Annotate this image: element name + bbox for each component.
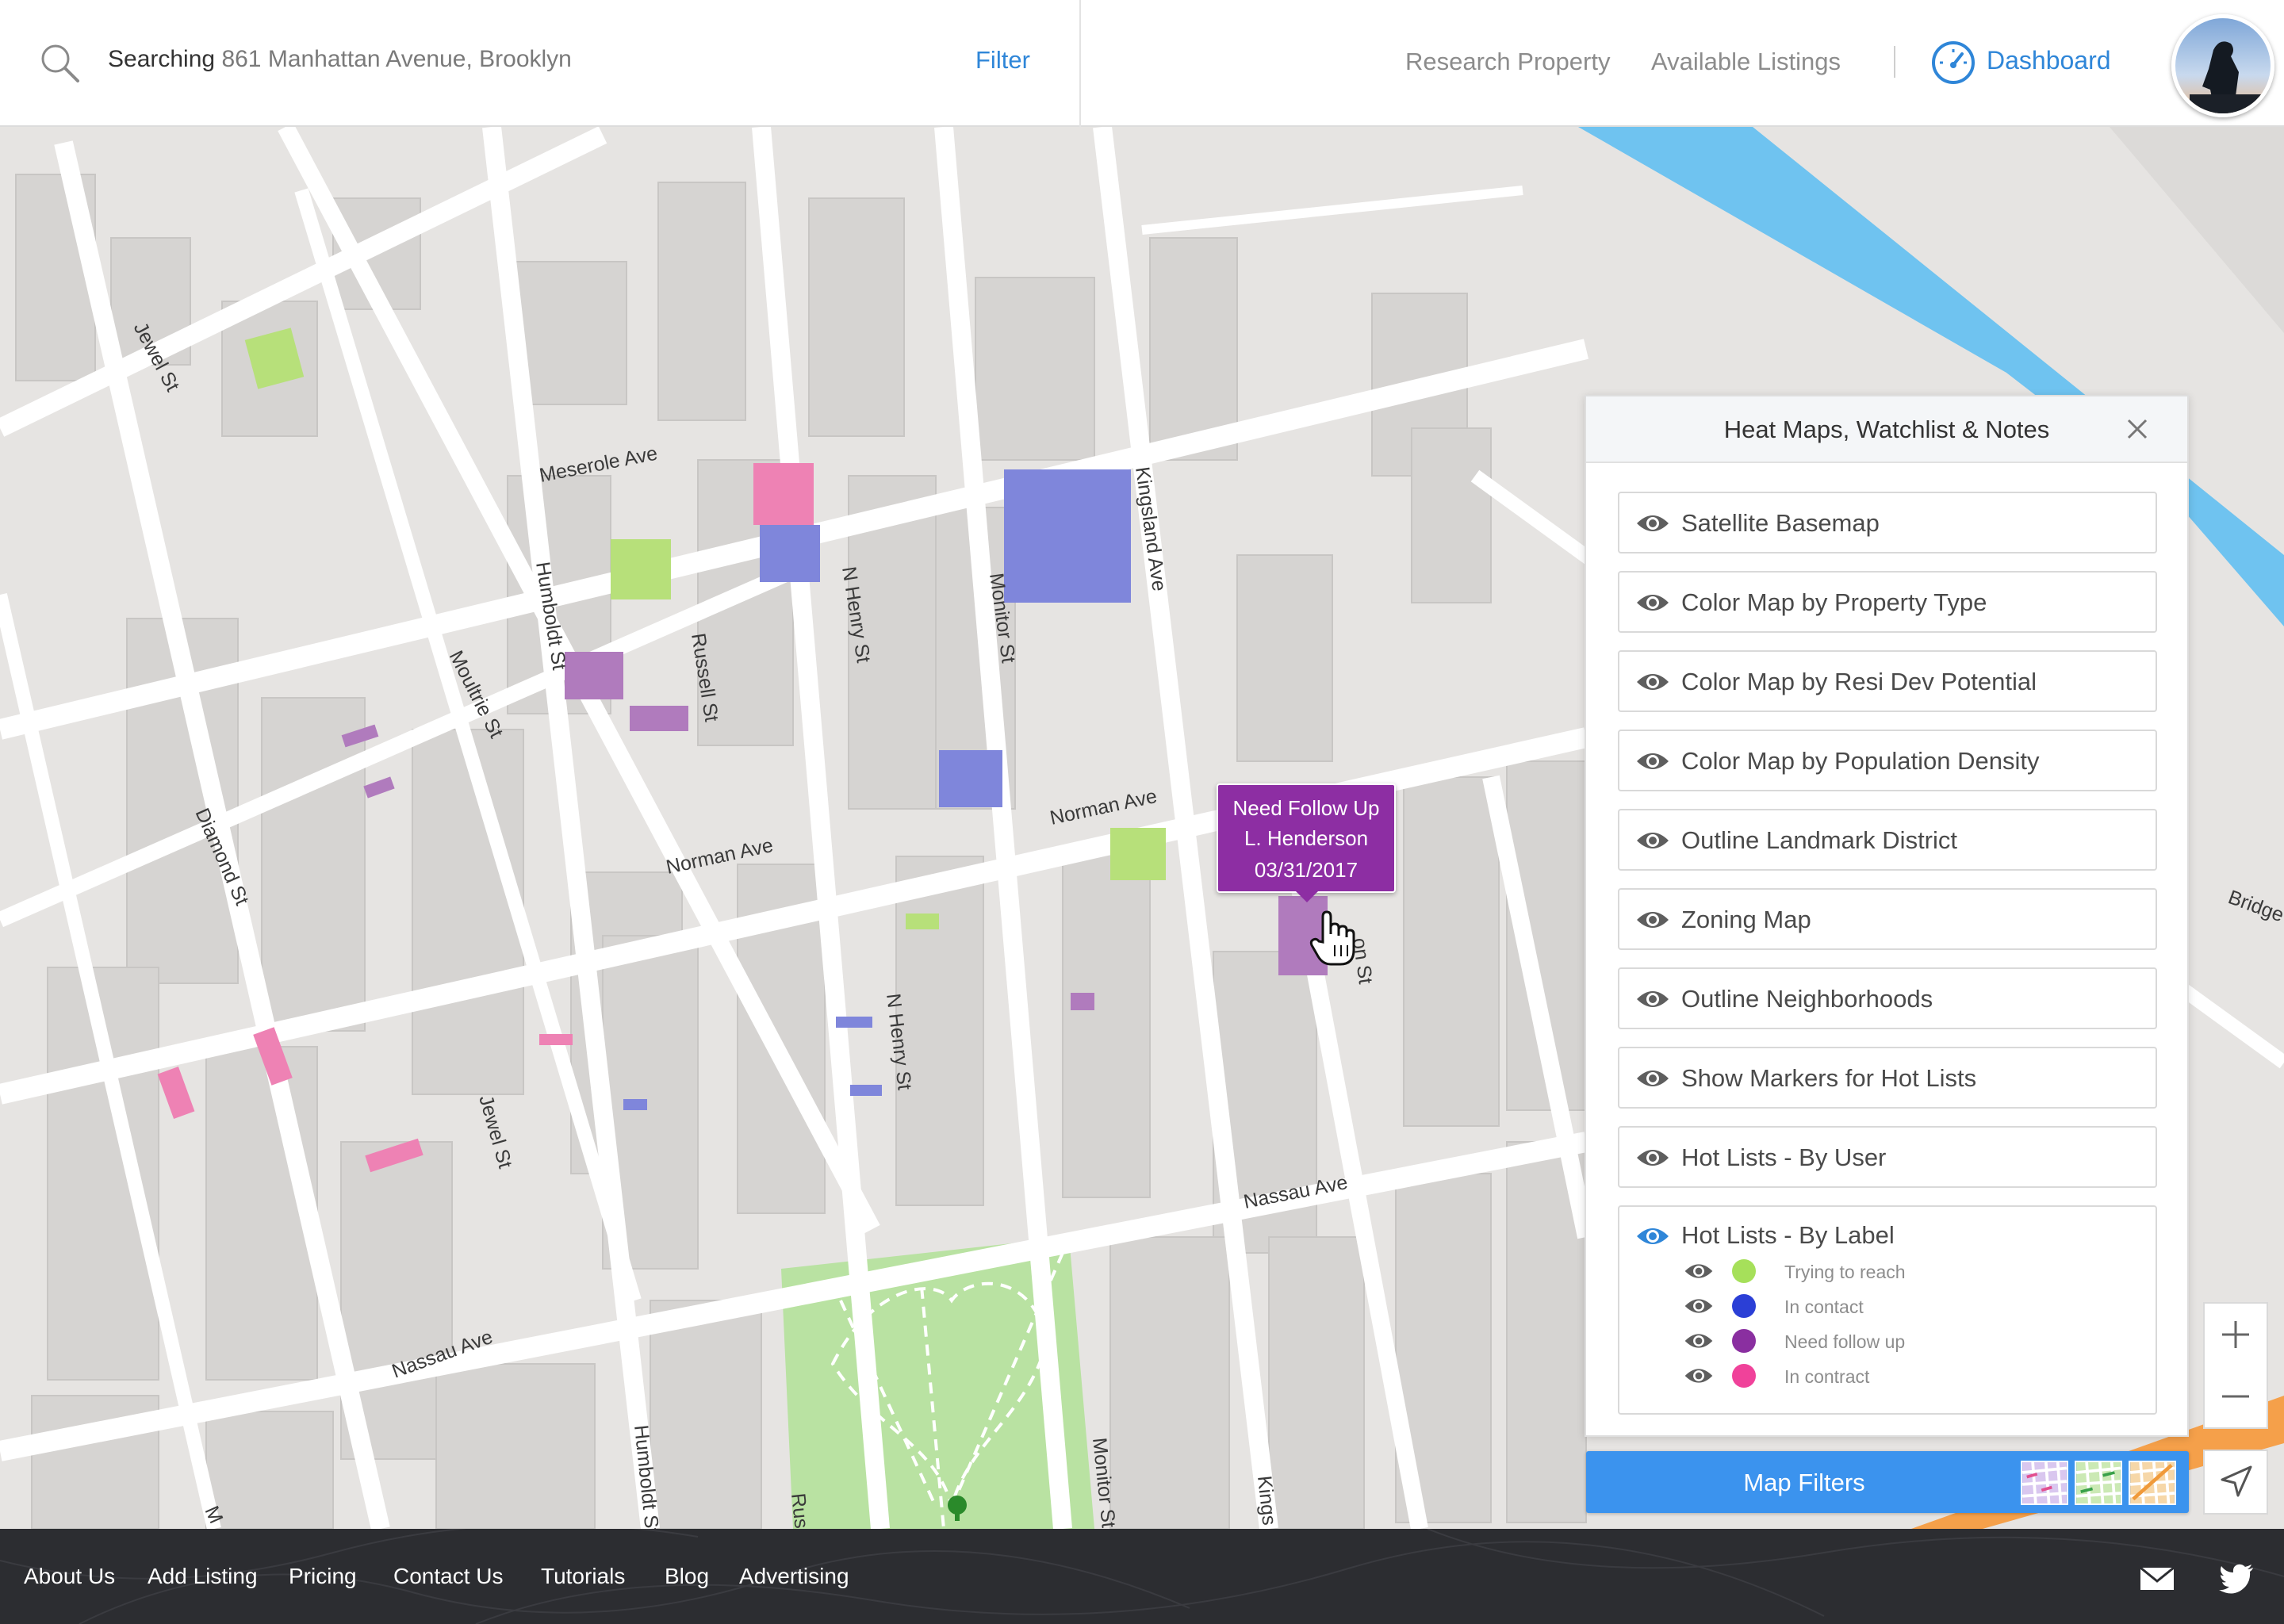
filter-button[interactable]: Filter xyxy=(975,46,1030,75)
label-text: Need follow up xyxy=(1784,1331,1906,1352)
nav-dashboard[interactable]: Dashboard xyxy=(1987,46,2111,75)
layer-label: Outline Landmark District xyxy=(1681,826,1958,854)
eye-icon[interactable] xyxy=(1683,1331,1715,1351)
eye-icon[interactable] xyxy=(1635,670,1670,694)
header-divider xyxy=(1079,0,1081,127)
layer-landmark-district[interactable]: Outline Landmark District xyxy=(1618,809,2157,871)
street-label: Rus xyxy=(787,1492,812,1529)
map-filters-label: Map Filters xyxy=(1743,1469,1865,1496)
footer-pricing[interactable]: Pricing xyxy=(289,1564,357,1589)
layer-zoning-map[interactable]: Zoning Map xyxy=(1618,888,2157,950)
label-text: In contract xyxy=(1784,1366,1870,1387)
zoom-in-icon[interactable] xyxy=(2205,1304,2267,1365)
mail-icon[interactable] xyxy=(2140,1567,2175,1591)
footer-advertising[interactable]: Advertising xyxy=(739,1564,849,1589)
eye-icon[interactable] xyxy=(1635,591,1670,615)
map-filters-button[interactable]: Map Filters xyxy=(1586,1451,2189,1513)
popup-owner: L. Henderson xyxy=(1244,826,1369,850)
panel-title: Heat Maps, Watchlist & Notes xyxy=(1723,416,2050,443)
layers-panel: Heat Maps, Watchlist & Notes Satellite B… xyxy=(1585,395,2189,1437)
eye-icon[interactable] xyxy=(1683,1296,1715,1316)
footer-contact-us[interactable]: Contact Us xyxy=(393,1564,504,1589)
label-color-dot xyxy=(1732,1259,1756,1283)
eye-icon[interactable] xyxy=(1635,749,1670,773)
zoom-controls xyxy=(2203,1302,2268,1429)
filter-thumb-green[interactable] xyxy=(2075,1461,2122,1505)
hotlist-popup[interactable]: Need Follow Up L. Henderson 03/31/2017 xyxy=(1217,783,1396,893)
layer-hotlists-by-user[interactable]: Hot Lists - By User xyxy=(1618,1126,2157,1188)
label-trying-to-reach[interactable]: Trying to reach xyxy=(1683,1256,2127,1285)
hand-cursor-icon xyxy=(1309,910,1355,966)
dashboard-gauge-icon[interactable] xyxy=(1930,40,1976,86)
filter-thumb-purple[interactable] xyxy=(2021,1461,2068,1505)
eye-icon[interactable] xyxy=(1683,1261,1715,1281)
popup-tail xyxy=(1294,890,1320,902)
site-footer: About Us Add Listing Pricing Contact Us … xyxy=(0,1529,2284,1624)
user-avatar[interactable] xyxy=(2171,14,2274,117)
label-color-dot xyxy=(1732,1329,1756,1353)
label-color-dot xyxy=(1732,1294,1756,1318)
eye-icon[interactable] xyxy=(1635,908,1670,932)
search-input[interactable]: Searching 861 Manhattan Avenue, Brooklyn xyxy=(108,46,572,73)
nav-separator xyxy=(1894,46,1895,78)
nav-research-property[interactable]: Research Property xyxy=(1405,48,1610,76)
navigation-arrow-icon xyxy=(2221,1465,2252,1497)
zoom-out-icon[interactable] xyxy=(2205,1365,2267,1427)
top-header: Searching 861 Manhattan Avenue, Brooklyn… xyxy=(0,0,2284,127)
label-in-contact[interactable]: In contact xyxy=(1683,1291,2127,1320)
layer-hotlist-markers[interactable]: Show Markers for Hot Lists xyxy=(1618,1047,2157,1109)
eye-icon-active[interactable] xyxy=(1635,1224,1670,1248)
popup-status: Need Follow Up xyxy=(1232,796,1380,820)
layer-label: Zoning Map xyxy=(1681,906,1811,933)
label-need-follow-up[interactable]: Need follow up xyxy=(1683,1326,2127,1354)
twitter-icon[interactable] xyxy=(2219,1564,2254,1594)
label-text: In contact xyxy=(1784,1297,1864,1317)
layer-label: Hot Lists - By Label xyxy=(1681,1221,1895,1249)
label-text: Trying to reach xyxy=(1784,1262,1906,1282)
footer-tutorials[interactable]: Tutorials xyxy=(541,1564,625,1589)
search-lead: Searching xyxy=(108,46,216,72)
layer-label: Color Map by Population Density xyxy=(1681,747,2040,775)
layer-label: Hot Lists - By User xyxy=(1681,1143,1887,1171)
eye-icon[interactable] xyxy=(1635,1146,1670,1170)
search-value: 861 Manhattan Avenue, Brooklyn xyxy=(221,46,572,72)
nav-available-listings[interactable]: Available Listings xyxy=(1651,48,1841,76)
layer-color-population[interactable]: Color Map by Population Density xyxy=(1618,730,2157,791)
panel-header: Heat Maps, Watchlist & Notes xyxy=(1586,396,2187,463)
eye-icon[interactable] xyxy=(1635,987,1670,1011)
eye-icon[interactable] xyxy=(1635,1067,1670,1090)
search-icon[interactable] xyxy=(38,41,81,84)
layer-label: Satellite Basemap xyxy=(1681,509,1880,537)
layer-color-resi-dev[interactable]: Color Map by Resi Dev Potential xyxy=(1618,650,2157,712)
eye-icon[interactable] xyxy=(1635,511,1670,535)
eye-icon[interactable] xyxy=(1683,1365,1715,1386)
eye-icon[interactable] xyxy=(1635,829,1670,852)
filter-thumb-orange[interactable] xyxy=(2129,1461,2176,1505)
label-color-dot xyxy=(1732,1364,1756,1388)
layer-color-property-type[interactable]: Color Map by Property Type xyxy=(1618,571,2157,633)
footer-about-us[interactable]: About Us xyxy=(24,1564,115,1589)
locate-me-button[interactable] xyxy=(2203,1450,2268,1515)
popup-date: 03/31/2017 xyxy=(1254,858,1359,882)
layer-hotlists-by-label[interactable]: Hot Lists - By Label Trying to reach In … xyxy=(1618,1205,2157,1415)
layer-label: Color Map by Resi Dev Potential xyxy=(1681,668,2037,695)
layer-label: Color Map by Property Type xyxy=(1681,588,1987,616)
layer-satellite-basemap[interactable]: Satellite Basemap xyxy=(1618,492,2157,553)
layer-label: Show Markers for Hot Lists xyxy=(1681,1064,1977,1092)
label-in-contract[interactable]: In contract xyxy=(1683,1361,2127,1389)
footer-add-listing[interactable]: Add Listing xyxy=(148,1564,258,1589)
close-icon[interactable] xyxy=(2122,414,2152,444)
layer-label: Outline Neighborhoods xyxy=(1681,985,1933,1013)
layer-neighborhoods[interactable]: Outline Neighborhoods xyxy=(1618,967,2157,1029)
footer-blog[interactable]: Blog xyxy=(665,1564,709,1589)
